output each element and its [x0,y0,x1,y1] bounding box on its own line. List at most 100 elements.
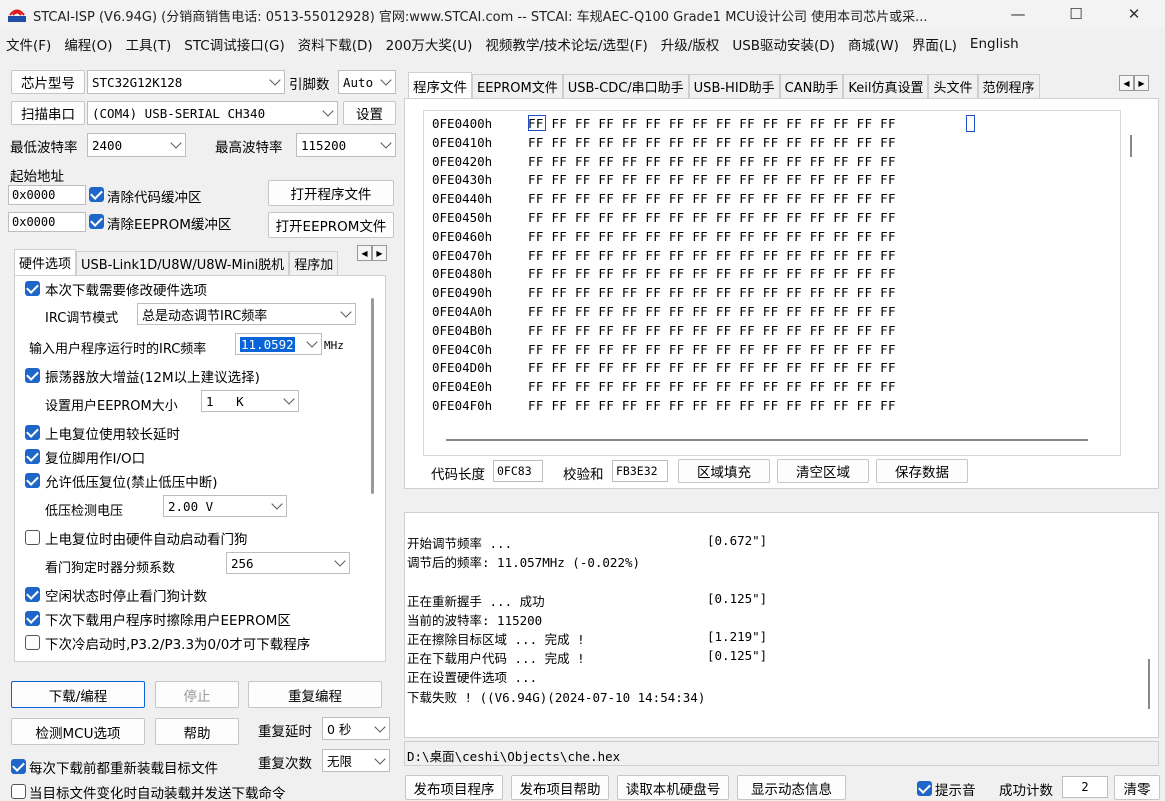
hex-address: 0FE04C0h [432,341,493,357]
ascii-cursor [966,115,975,132]
menu-video-forum[interactable]: 视频教学/技术论坛/选型(F) [485,34,647,54]
hex-address: 0FE0460h [432,228,493,244]
tab-hardware-options[interactable]: 硬件选项 [14,249,77,275]
lvr-checkbox[interactable] [25,473,40,488]
repeat-delay-select[interactable]: 0 秒 [322,717,390,740]
save-data-button[interactable]: 保存数据 [876,459,968,483]
min-baud-select[interactable]: 2400 [87,133,186,157]
stop-button[interactable]: 停止 [155,681,239,708]
menu-shop[interactable]: 商城(W) [848,34,899,54]
menu-file[interactable]: 文件(F) [6,34,51,54]
wdt-auto-checkbox[interactable] [25,530,40,545]
irc-mode-select[interactable]: 总是动态调节IRC频率 [137,303,356,325]
tab-eeprom-file[interactable]: EEPROM文件 [472,74,563,98]
tab-usb-link[interactable]: USB-Link1D/U8W/U8W-Mini脱机 [76,251,290,275]
lvd-value: 2.00 V [168,498,214,514]
modify-hw-checkbox[interactable] [25,281,40,296]
hex-vertical-scrollbar[interactable] [1130,135,1132,157]
tab-usb-cdc-serial[interactable]: USB-CDC/串口助手 [562,74,689,98]
chevron-down-icon [380,137,392,149]
cold-boot-checkbox[interactable] [25,635,40,650]
long-delay-checkbox[interactable] [25,425,40,440]
menu-debug-interface[interactable]: STC调试接口(G) [184,34,284,54]
clear-count-button[interactable]: 清零 [1114,775,1160,800]
minimize-button[interactable]: — [995,0,1041,28]
log-line: 开始调节频率 ... [407,536,513,551]
close-button[interactable]: ✕ [1111,0,1157,28]
menu-upgrade[interactable]: 升级/版权 [661,34,720,54]
beep-checkbox[interactable] [917,781,932,796]
menu-bar: 文件(F) 编程(O) 工具(T) STC调试接口(G) 资料下载(D) 200… [0,30,1165,58]
lvd-select[interactable]: 2.00 V [163,495,287,517]
read-disk-id-button[interactable]: 读取本机硬盘号 [617,775,729,800]
detect-mcu-button[interactable]: 检测MCU选项 [11,718,145,745]
menu-downloads[interactable]: 资料下载(D) [298,34,373,54]
scan-port-button[interactable]: 扫描串口 [11,101,85,125]
chip-model-button[interactable]: 芯片型号 [11,70,85,94]
hw-panel-scrollbar[interactable] [371,298,374,494]
log-time: [0.125"] [707,590,768,606]
clear-region-button[interactable]: 清空区域 [777,459,869,483]
reload-before-download-checkbox[interactable] [11,759,26,774]
publish-project-help-button[interactable]: 发布项目帮助 [511,775,609,800]
tab-scroll-left-icon[interactable]: ◀ [1119,75,1134,91]
eeprom-start-address-input[interactable]: 0x0000 [8,212,86,232]
open-program-file-button[interactable]: 打开程序文件 [268,180,394,206]
auto-send-checkbox[interactable] [11,784,26,799]
pin-count-label: 引脚数 [289,77,330,93]
serial-port-select[interactable]: (COM4) USB-SERIAL CH340 [87,101,338,125]
irc-freq-select[interactable]: 11.0592 [235,333,322,355]
erase-eeprom-checkbox[interactable] [25,611,40,626]
region-fill-button[interactable]: 区域填充 [678,459,770,483]
settings-button[interactable]: 设置 [343,101,396,125]
tab-program-file[interactable]: 程序文件 [408,72,472,98]
chip-model-select[interactable]: STC32G12K128 [87,70,285,94]
log-output[interactable]: 开始调节频率 ... [0.672"] 调节后的频率: 11.057MHz (-0.… [404,512,1159,738]
hex-view[interactable]: 0FE0400h FF FF FF FF FF FF FF FF FF FF FF… [423,110,1132,456]
reload-before-download-label: 每次下载前都重新装载目标文件 [29,761,218,777]
osc-gain-checkbox[interactable] [25,368,40,383]
start-address-label: 起始地址 [10,169,64,185]
tab-example-programs[interactable]: 范例程序 [977,74,1040,98]
pin-count-select[interactable]: Auto [338,70,396,94]
tab-program-encrypt[interactable]: 程序加 [289,251,339,275]
irc-mode-value: 总是动态调节IRC频率 [142,308,268,324]
log-scrollbar[interactable] [1148,659,1150,709]
min-baud-value: 2400 [92,137,123,153]
menu-usb-driver[interactable]: USB驱动安装(D) [732,34,835,54]
menu-prize[interactable]: 200万大奖(U) [386,34,473,54]
menu-tools[interactable]: 工具(T) [125,34,171,54]
reset-io-checkbox[interactable] [25,449,40,464]
hex-address: 0FE04B0h [432,322,493,338]
tab-scroll-right-icon[interactable]: ▶ [372,245,387,261]
clear-eeprom-buffer-checkbox[interactable] [89,214,104,229]
help-button[interactable]: 帮助 [155,718,239,745]
idle-wdt-checkbox[interactable] [25,587,40,602]
maximize-button[interactable]: ☐ [1053,0,1099,28]
clear-code-buffer-checkbox[interactable] [89,187,104,202]
chevron-down-icon [322,105,334,117]
hex-bytes: FF FF FF FF FF FF FF FF FF FF FF FF FF F… [528,285,896,301]
tab-scroll-left-icon[interactable]: ◀ [357,245,372,261]
eeprom-size-select[interactable]: 1 K [201,390,299,412]
tab-header-file[interactable]: 头文件 [928,74,978,98]
tab-scroll-right-icon[interactable]: ▶ [1134,75,1149,91]
publish-project-program-button[interactable]: 发布项目程序 [405,775,503,800]
repeat-program-button[interactable]: 重复编程 [248,681,382,708]
open-eeprom-file-button[interactable]: 打开EEPROM文件 [268,212,394,238]
checksum-value: FB3E32 [612,460,668,482]
repeat-count-select[interactable]: 无限 [322,749,390,772]
menu-program[interactable]: 编程(O) [64,34,112,54]
menu-interface[interactable]: 界面(L) [912,34,957,54]
hex-bytes: FF FF FF FF FF FF FF FF FF FF FF FF FF F… [528,191,896,207]
tab-can[interactable]: CAN助手 [779,74,844,98]
menu-english[interactable]: English [970,36,1019,52]
max-baud-select[interactable]: 115200 [296,133,396,157]
wdt-div-select[interactable]: 256 [226,552,350,574]
show-dynamic-info-button[interactable]: 显示动态信息 [737,775,846,800]
tab-keil-debug[interactable]: Keil仿真设置 [843,74,929,98]
code-start-address-input[interactable]: 0x0000 [8,185,86,205]
hex-horizontal-scrollbar[interactable] [446,439,1088,441]
tab-usb-hid[interactable]: USB-HID助手 [688,74,780,98]
download-program-button[interactable]: 下载/编程 [11,681,145,708]
